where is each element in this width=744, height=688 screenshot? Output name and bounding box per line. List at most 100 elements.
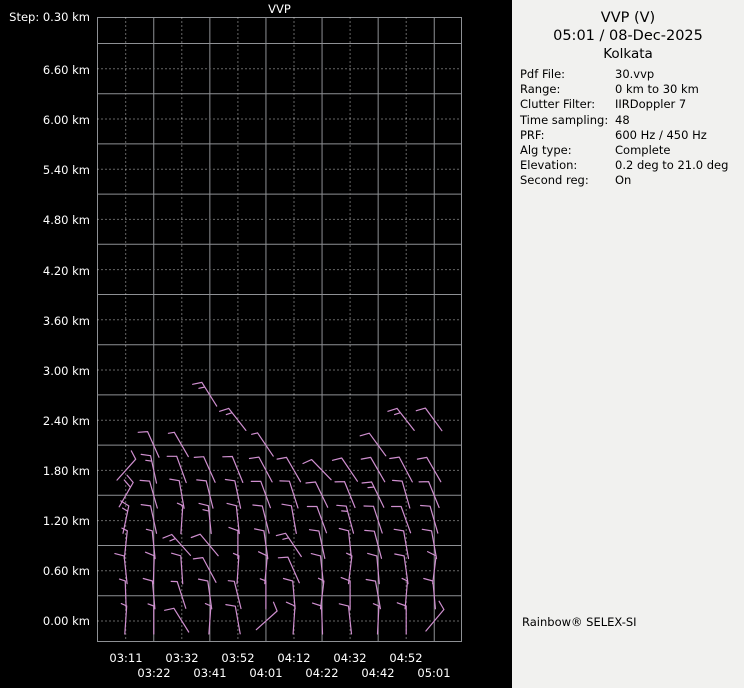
wind-barb: [193, 456, 216, 483]
y-tick-label: 0.60 km: [42, 564, 90, 578]
x-tick-label: 03:41: [193, 666, 227, 680]
wind-barb: [167, 431, 189, 458]
wind-barb: [387, 407, 415, 431]
wind-barb: [139, 479, 158, 509]
wind-barb: [116, 450, 137, 481]
wind-barb: [248, 456, 273, 483]
param-label: Pdf File:: [520, 67, 566, 81]
param-row: Alg type: Complete: [520, 143, 740, 158]
param-label: PRF:: [520, 127, 545, 142]
wind-barb: [170, 580, 187, 609]
wind-barb: [334, 481, 356, 509]
wind-barb: [306, 505, 328, 534]
wind-barb: [363, 505, 383, 534]
wind-barb: [427, 551, 437, 585]
param-value: On: [615, 173, 632, 188]
wind-barb: [190, 533, 219, 557]
wind-barb: [302, 459, 332, 481]
wind-barb: [305, 481, 329, 508]
y-tick-label: 2.40 km: [42, 414, 90, 428]
parameter-list: Pdf File: 30.vvp Range: 0 km to 30 km Cl…: [520, 67, 740, 189]
wind-barb: [285, 601, 296, 635]
param-value: 0.2 deg to 21.0 deg: [615, 158, 729, 173]
x-tick-label: 03:32: [165, 651, 199, 665]
wind-barb: [423, 577, 436, 610]
x-tick-label: 04:12: [277, 651, 311, 665]
param-value: 600 Hz / 450 Hz: [615, 127, 707, 142]
y-tick-label: 1.80 km: [42, 464, 90, 478]
wind-barb: [418, 481, 440, 509]
wind-barb: [275, 532, 302, 558]
x-tick-label: 03:52: [221, 651, 255, 665]
x-tick-label: 04:42: [361, 666, 395, 680]
param-row: Pdf File: 30.vvp: [520, 67, 740, 82]
x-tick-label: 04:32: [333, 651, 367, 665]
plot-title: VVP: [268, 2, 291, 16]
x-tick-label: 04:52: [389, 651, 423, 665]
y-tick-label: 4.80 km: [42, 213, 90, 227]
vvp-app-window: VVP Step: 0.30 km 6.60 km 6.00 km 5.40 k…: [0, 0, 744, 688]
wind-barb: [364, 529, 383, 559]
wind-barb: [250, 480, 271, 509]
y-tick-label: 6.60 km: [42, 63, 90, 77]
param-row: Time sampling: 48: [520, 113, 740, 128]
param-label: Range:: [520, 82, 561, 97]
y-tick-label: 0.00 km: [42, 614, 90, 628]
wind-barb: [276, 456, 302, 483]
wind-barb: [251, 432, 274, 457]
param-label: Time sampling:: [520, 112, 609, 127]
wind-barb: [360, 456, 386, 483]
param-value: 30.vvp: [615, 67, 655, 81]
y-tick-label: 4.20 km: [42, 264, 90, 278]
param-value: Complete: [615, 142, 671, 157]
wind-barb: [162, 533, 192, 556]
wind-barb: [222, 455, 244, 483]
param-row: Second reg: On: [520, 173, 740, 188]
wind-barb: [176, 502, 184, 535]
wind-barb-plot: [97, 17, 462, 642]
site-name: Kolkata: [603, 46, 653, 62]
x-tick-label: 04:22: [305, 666, 339, 680]
wind-barb: [392, 479, 411, 509]
wind-barb: [137, 431, 160, 458]
wind-barb: [225, 604, 241, 635]
product-title: VVP (V): [600, 10, 656, 26]
wind-barb: [331, 457, 358, 482]
wind-barb: [169, 478, 185, 509]
wind-barb: [367, 552, 380, 585]
wind-barb: [282, 577, 296, 610]
wind-barb: [361, 481, 385, 508]
vvp-plot-area: VVP Step: 0.30 km 6.60 km 6.00 km 5.40 k…: [0, 0, 512, 688]
x-tick-label: 04:01: [249, 666, 283, 680]
y-tick-label: 6.00 km: [42, 113, 90, 127]
wind-barb: [415, 407, 443, 432]
wind-barb: [227, 580, 242, 610]
param-label: Elevation:: [520, 158, 578, 173]
wind-barb: [281, 503, 297, 534]
y-tick-label: 3.00 km: [42, 364, 90, 378]
wind-barb: [359, 432, 387, 457]
wind-barb: [164, 607, 190, 633]
param-row: Clutter Filter: IIRDoppler 7: [520, 97, 740, 112]
wind-barb: [219, 407, 247, 431]
param-row: Elevation: 0.2 deg to 21.0 deg: [520, 158, 740, 173]
y-tick-label: 3.60 km: [42, 314, 90, 328]
param-value: IIRDoppler 7: [615, 97, 687, 112]
param-label: Second reg:: [520, 173, 589, 188]
param-value: 48: [615, 112, 630, 127]
wind-barb: [277, 556, 300, 584]
wind-barb: [192, 557, 217, 583]
wind-barb: [416, 456, 442, 483]
wind-barb: [171, 552, 184, 585]
wind-barb: [255, 601, 278, 631]
vendor-brand: Rainbow® SELEX-SI: [522, 615, 637, 629]
y-axis-step-label: Step: 0.30 km: [9, 10, 90, 24]
wind-barb: [389, 456, 413, 483]
scan-datetime: 05:01 / 08-Dec-2025: [553, 28, 703, 44]
x-tick-label: 03:22: [137, 666, 171, 680]
param-value: 0 km to 30 km: [615, 82, 699, 97]
param-row: Range: 0 km to 30 km: [520, 82, 740, 97]
wind-barb: [192, 381, 218, 407]
wind-barb: [147, 603, 155, 635]
param-label: Clutter Filter:: [520, 97, 596, 112]
